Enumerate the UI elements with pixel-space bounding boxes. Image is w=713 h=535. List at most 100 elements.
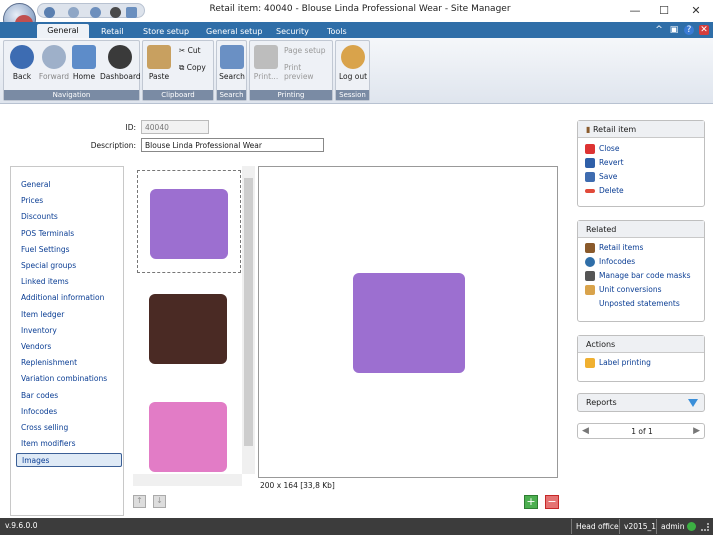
nav-item-linked-items[interactable]: Linked items xyxy=(16,275,122,289)
nav-item-vendors[interactable]: Vendors xyxy=(16,340,122,354)
cut-button[interactable]: ✂ Cut xyxy=(179,46,201,55)
nav-item-additional-information[interactable]: Additional information xyxy=(16,291,122,305)
related-retail-items[interactable]: Retail items xyxy=(578,241,704,255)
actions-panel: Actions Label printing xyxy=(577,335,705,382)
related-infocodes-label: Infocodes xyxy=(599,257,636,266)
status-user: admin xyxy=(656,519,689,534)
collapse-ribbon-icon[interactable]: ^ xyxy=(654,25,664,35)
pager-next-icon[interactable]: ▶ xyxy=(693,426,700,436)
preview-image xyxy=(339,265,479,380)
thumbnail-scroll-thumb[interactable] xyxy=(244,178,253,446)
nav-item-prices[interactable]: Prices xyxy=(16,194,122,208)
group-label-session: Session xyxy=(336,90,369,100)
shirt-image-brown xyxy=(149,294,227,364)
tab-general-setup[interactable]: General setup xyxy=(206,25,262,38)
description-field[interactable]: Blouse Linda Professional Wear xyxy=(141,138,324,152)
search-button[interactable]: Search xyxy=(217,45,247,81)
printer-icon xyxy=(254,45,278,69)
revert-action[interactable]: Revert xyxy=(578,156,704,170)
nav-item-images[interactable]: Images xyxy=(16,453,122,468)
dashboard-button[interactable]: Dashboard xyxy=(100,45,141,81)
related-unit-conversions[interactable]: Unit conversions xyxy=(578,283,704,297)
nav-item-inventory[interactable]: Inventory xyxy=(16,324,122,338)
paste-button[interactable]: Paste xyxy=(143,45,175,81)
retail-items-icon xyxy=(585,243,595,253)
description-label: Description: xyxy=(90,141,136,150)
move-down-button[interactable]: ↓ xyxy=(153,495,166,508)
related-panel: Related Retail items Infocodes Manage ba… xyxy=(577,220,705,322)
tab-retail[interactable]: Retail xyxy=(101,25,124,38)
tab-general[interactable]: General xyxy=(37,24,89,38)
plus-icon: + xyxy=(526,495,536,508)
print-button[interactable]: Print... xyxy=(250,45,282,81)
qat-dashboard-icon[interactable] xyxy=(110,7,121,18)
nav-item-cross-selling[interactable]: Cross selling xyxy=(16,421,122,435)
logout-label: Log out xyxy=(338,72,368,81)
logout-button[interactable]: Log out xyxy=(336,45,370,81)
related-infocodes[interactable]: Infocodes xyxy=(578,255,704,269)
group-label-navigation: Navigation xyxy=(4,90,139,100)
thumbnail-hscrollbar[interactable] xyxy=(133,474,242,486)
thumbnail-selected[interactable] xyxy=(137,170,241,273)
nav-item-infocodes[interactable]: Infocodes xyxy=(16,405,122,419)
label-printing-action[interactable]: Label printing xyxy=(578,356,704,370)
preview-shirt-purple xyxy=(353,273,465,373)
item-box-icon: ▮ xyxy=(586,125,593,134)
qat-search-icon[interactable] xyxy=(126,7,137,18)
qat-home-icon[interactable] xyxy=(90,7,101,18)
tab-security[interactable]: Security xyxy=(276,25,309,38)
delete-icon xyxy=(585,189,595,193)
qat-forward-icon[interactable] xyxy=(68,7,79,18)
group-label-printing: Printing xyxy=(250,90,332,100)
close-icon xyxy=(585,144,595,154)
minimize-button[interactable]: — xyxy=(620,0,650,22)
related-bar-code-masks[interactable]: Manage bar code masks xyxy=(578,269,704,283)
close-button[interactable]: ✕ xyxy=(681,0,711,22)
related-retail-items-label: Retail items xyxy=(599,243,644,252)
copy-button[interactable]: ⧉ Copy xyxy=(179,63,206,73)
search-label: Search xyxy=(219,72,245,81)
back-button[interactable]: Back xyxy=(4,45,40,81)
user-logout-icon xyxy=(341,45,365,69)
group-label-clipboard: Clipboard xyxy=(143,90,213,100)
tab-tools[interactable]: Tools xyxy=(327,25,347,38)
related-unposted-statements[interactable]: Unposted statements xyxy=(578,297,704,311)
nav-item-bar-codes[interactable]: Bar codes xyxy=(16,389,122,403)
page-setup-button[interactable]: Page setup xyxy=(284,46,326,55)
image-preview xyxy=(258,166,558,478)
add-image-button[interactable]: + xyxy=(524,495,538,509)
related-bar-code-masks-label: Manage bar code masks xyxy=(599,271,691,280)
nav-item-fuel-settings[interactable]: Fuel Settings xyxy=(16,243,122,257)
nav-item-special-groups[interactable]: Special groups xyxy=(16,259,122,273)
nav-item-replenishment[interactable]: Replenishment xyxy=(16,356,122,370)
image-dimensions: 200 x 164 [33,8 Kb] xyxy=(260,481,335,490)
nav-item-discounts[interactable]: Discounts xyxy=(16,210,122,224)
maximize-button[interactable]: ☐ xyxy=(649,0,679,22)
thumbnail-2[interactable] xyxy=(137,284,241,372)
save-action[interactable]: Save xyxy=(578,170,704,184)
nav-item-pos-terminals[interactable]: POS Terminals xyxy=(16,227,122,241)
home-button[interactable]: Home xyxy=(66,45,102,81)
help-icon[interactable]: ? xyxy=(684,25,694,35)
windows-icon[interactable]: ▣ xyxy=(669,25,679,35)
thumbnail-3[interactable] xyxy=(137,392,241,476)
qat-back-icon[interactable] xyxy=(44,7,55,18)
shirt-image-purple xyxy=(150,189,228,259)
copy-icon: ⧉ xyxy=(179,63,187,72)
group-label-search: Search xyxy=(217,90,246,100)
move-up-button[interactable]: ↑ xyxy=(133,495,146,508)
nav-item-item-ledger[interactable]: Item ledger xyxy=(16,308,122,322)
close-action-label: Close xyxy=(599,144,620,153)
minus-icon: − xyxy=(547,495,557,508)
delete-action[interactable]: Delete xyxy=(578,184,704,198)
tab-store-setup[interactable]: Store setup xyxy=(143,25,189,38)
close-doc-icon[interactable]: ✕ xyxy=(699,25,709,35)
print-preview-button[interactable]: Print preview xyxy=(284,63,332,81)
remove-image-button[interactable]: − xyxy=(545,495,559,509)
reports-panel[interactable]: Reports xyxy=(577,393,705,412)
nav-item-variation-combinations[interactable]: Variation combinations xyxy=(16,372,122,386)
nav-item-item-modifiers[interactable]: Item modifiers xyxy=(16,437,122,451)
nav-item-general[interactable]: General xyxy=(16,178,122,192)
resize-grip-icon[interactable] xyxy=(701,523,709,531)
close-action[interactable]: Close xyxy=(578,142,704,156)
